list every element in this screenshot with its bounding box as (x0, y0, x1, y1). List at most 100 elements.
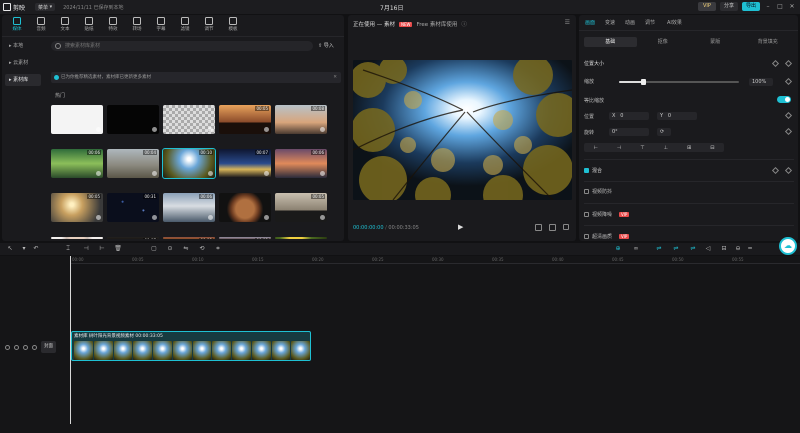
magnet-icon[interactable]: ⊕ (614, 245, 622, 253)
scale-keyframe-icon[interactable] (784, 77, 793, 86)
vip-button[interactable]: VIP (697, 2, 716, 11)
media-thumbnail[interactable] (219, 193, 271, 222)
media-thumbnail[interactable] (51, 105, 103, 134)
property-subtab[interactable]: 蒙版 (689, 37, 742, 47)
split-right-icon[interactable]: ⊢ (98, 245, 106, 253)
player-menu-icon[interactable]: ☰ (565, 19, 570, 26)
delete-icon[interactable]: 🗑 (114, 245, 122, 253)
media-thumbnail[interactable]: 00:10 (162, 148, 216, 179)
align-icon[interactable]: ⊥ (664, 145, 668, 151)
pos-y-field[interactable]: Y 0 (657, 112, 697, 120)
reverse-icon[interactable]: ⊙ (166, 245, 174, 253)
zoom-slider-icon[interactable]: ━ (746, 245, 754, 253)
download-icon[interactable] (96, 171, 101, 176)
media-thumbnail[interactable]: 00:08 (275, 105, 327, 134)
tab-effects[interactable]: 特效 (102, 17, 124, 35)
tab-media[interactable]: 媒体 (6, 17, 28, 35)
project-title[interactable]: 7月16日 (380, 3, 403, 12)
stabilize-checkbox[interactable] (584, 189, 589, 194)
media-thumbnail[interactable] (107, 105, 159, 134)
blend-keyframe-icon[interactable] (784, 166, 793, 175)
tab-sticker[interactable]: 贴纸 (78, 17, 100, 35)
download-icon[interactable] (152, 127, 157, 132)
tab-filter[interactable]: 滤镜 (174, 17, 196, 35)
denoise-checkbox[interactable] (584, 212, 589, 217)
media-thumbnail[interactable]: 00:07 (107, 237, 159, 239)
video-clip[interactable]: 素材库 树叶阳光背景视频素材 00:00:33:05 (71, 331, 311, 361)
left-nav-item[interactable]: ▸ 云素材 (5, 57, 41, 69)
media-thumbnail[interactable]: 00:05 (163, 237, 215, 239)
notice-close-icon[interactable]: ✕ (333, 72, 337, 83)
download-icon[interactable] (96, 127, 101, 132)
pos-x-field[interactable]: X 0 (609, 112, 649, 120)
linkage-icon[interactable]: ⇌ (689, 245, 697, 253)
keyframe-icon[interactable] (784, 59, 793, 68)
tab-text[interactable]: 文本 (54, 17, 76, 35)
media-thumbnail[interactable]: 00:06 (51, 149, 103, 178)
playhead[interactable] (70, 256, 71, 424)
align-icon[interactable]: ⊞ (687, 145, 691, 151)
main-track-magnet-icon[interactable]: ⇌ (655, 245, 663, 253)
blend-checkbox[interactable] (584, 168, 589, 173)
dropdown-chevron-icon[interactable]: ▾ (20, 245, 28, 253)
info-circle-icon[interactable]: ⓘ (461, 20, 467, 28)
download-icon[interactable] (264, 171, 269, 176)
split-left-icon[interactable]: ⊣ (82, 245, 90, 253)
freeze-icon[interactable]: ▢ (150, 245, 158, 253)
mirror-icon[interactable]: ⇋ (182, 245, 190, 253)
undo-icon[interactable]: ↶ (32, 245, 40, 253)
download-icon[interactable] (320, 127, 325, 132)
fullscreen-icon[interactable] (563, 224, 569, 230)
property-tab[interactable]: 画面 (585, 19, 595, 26)
scale-slider-knob[interactable] (641, 79, 646, 85)
enhance-checkbox[interactable] (584, 234, 589, 239)
split-icon[interactable]: ⌶ (64, 245, 72, 253)
maximize-icon[interactable]: □ (776, 3, 784, 11)
download-icon[interactable] (152, 215, 157, 220)
download-icon[interactable] (320, 171, 325, 176)
blend-reset-icon[interactable] (771, 166, 780, 175)
media-thumbnail[interactable] (275, 237, 327, 239)
tab-transition[interactable]: 转场 (126, 17, 148, 35)
select-tool-icon[interactable]: ↖ (6, 245, 14, 253)
download-icon[interactable] (208, 215, 213, 220)
rotate-field[interactable]: 0° (609, 128, 649, 136)
property-tab[interactable]: 动画 (625, 19, 635, 26)
share-button[interactable]: 分享 (719, 2, 738, 11)
download-icon[interactable] (208, 171, 213, 176)
download-icon[interactable] (264, 215, 269, 220)
media-thumbnail[interactable]: 00:07 (219, 149, 271, 178)
tab-audio[interactable]: 音频 (30, 17, 52, 35)
position-keyframe-icon[interactable] (784, 111, 793, 120)
preview-axis-icon[interactable]: ◁ (704, 245, 712, 253)
align-icon[interactable]: ⊢ (594, 145, 598, 151)
tab-adjust[interactable]: 调节 (198, 17, 220, 35)
auto-snap-icon[interactable]: ⇌ (672, 245, 680, 253)
left-nav-item[interactable]: ▸ 本地 (5, 40, 41, 52)
property-tab[interactable]: AI效果 (667, 19, 682, 26)
left-nav-item[interactable]: ▸ 素材库 (5, 74, 41, 86)
media-thumbnail[interactable]: 00:03 (219, 237, 271, 239)
time-ruler[interactable]: 00:00 00:05 00:10 00:15 00:20 00:25 00:30 00:35… (70, 256, 800, 264)
import-button[interactable]: ⇪ 导入 (318, 41, 340, 51)
property-subtab[interactable]: 基础 (584, 37, 637, 47)
rotate-clip-icon[interactable]: ⟲ (198, 245, 206, 253)
tab-caption[interactable]: 字幕 (150, 17, 172, 35)
search-input[interactable]: 搜索素材库素材 (51, 41, 313, 51)
download-icon[interactable] (152, 171, 157, 176)
media-thumbnail[interactable]: 00:06 (275, 149, 327, 178)
media-thumbnail[interactable]: 00:05 (51, 193, 103, 222)
rotate-button[interactable]: ⟳ (657, 128, 671, 136)
media-thumbnail[interactable] (163, 105, 215, 134)
media-thumbnail[interactable]: 00:06 (163, 193, 215, 222)
export-button[interactable]: 导出 (741, 2, 760, 11)
download-icon[interactable] (96, 215, 101, 220)
zoom-out-icon[interactable]: ⊖ (734, 245, 742, 253)
menu-button[interactable]: 菜单 ▾ (35, 3, 56, 11)
close-icon[interactable]: ✕ (788, 3, 796, 11)
align-icon[interactable]: ⊟ (710, 145, 714, 151)
cloud-upload-icon[interactable]: ☁ (779, 237, 797, 255)
download-icon[interactable] (320, 215, 325, 220)
crop-icon[interactable]: ⌗ (214, 245, 222, 253)
uniform-scale-toggle[interactable] (777, 96, 791, 103)
